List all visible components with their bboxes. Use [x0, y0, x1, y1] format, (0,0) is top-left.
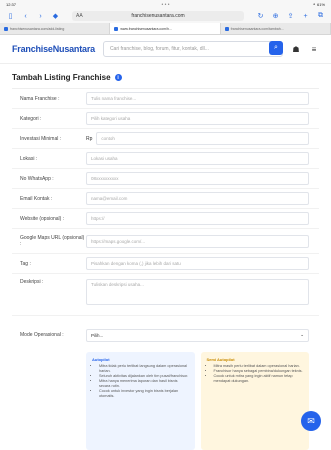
tabs-icon[interactable]: ⧉ [316, 12, 325, 21]
page-title: Tambah Listing Franchise i [0, 64, 331, 88]
favicon-icon [114, 26, 119, 31]
semi-autopilot-list: Mitra masih perlu terlibat dalam operasi… [207, 364, 304, 384]
field-row-email: Email Kontak : nama@email.com [12, 189, 319, 209]
field-label: No WhatsApp : [20, 175, 54, 182]
field-row-mode: Mode Operasional : Pilih... ⌄ [12, 324, 319, 346]
back-icon[interactable]: ‹ [21, 12, 30, 21]
list-item: Mitra tidak perlu terlibat langsung dala… [99, 364, 189, 374]
tab-3[interactable]: franchisenusantara.com/tambah... [221, 23, 331, 34]
favicon-icon [224, 26, 229, 31]
field-row-category: Kategori : Pilih kategori usaha [12, 109, 319, 129]
field-label: Google Maps URL (opsional) : [20, 235, 85, 247]
field-label: Kategori : [20, 115, 42, 122]
chat-button[interactable]: ✉ [301, 411, 321, 431]
category-input[interactable]: Pilih kategori usaha [86, 112, 309, 125]
description-textarea[interactable]: Tuliskan deskripsi usaha... [86, 279, 309, 305]
tag-input[interactable]: Pisahkan dengan koma (,) jika lebih dari… [86, 257, 309, 270]
info-icon[interactable]: i [114, 74, 122, 81]
tab-1[interactable]: franchisenusantara.com/add-listing [0, 23, 111, 34]
mode-info-panels: Autopilot Mitra tidak perlu terlibat lan… [86, 352, 309, 450]
list-item: Cocok untuk mitra yang ingin aktif namun… [214, 374, 304, 384]
site-search-input[interactable]: Cari franchise, blog, forum, fitur, kont… [102, 41, 283, 57]
maps-url-input[interactable]: https://maps.google.com/... [86, 234, 309, 248]
autopilot-title: Autopilot [92, 357, 110, 362]
field-label: Nama Franchise : [20, 95, 60, 102]
share-icon[interactable]: ⇪ [286, 12, 295, 21]
field-label: Deskripsi : [20, 279, 44, 285]
tab-strip: franchisenusantara.com/add-listing www.f… [0, 23, 331, 35]
field-row-description: Deskripsi : Tuliskan deskripsi usaha... [12, 274, 319, 316]
url-text: franchisenusantara.com [131, 13, 185, 19]
currency-prefix: Rp [86, 135, 93, 142]
shield-icon[interactable]: ◆ [51, 12, 60, 21]
menu-icon[interactable]: ≡ [309, 44, 319, 54]
chevron-down-icon: ⌄ [300, 332, 304, 337]
reload-icon[interactable]: ↻ [256, 12, 265, 21]
site-header: FranchiseNusantara Cari franchise, blog,… [0, 35, 331, 64]
search-button[interactable]: ⌕ [269, 41, 283, 55]
forward-icon[interactable]: › [36, 12, 45, 21]
field-row-website: Website (opsional) : https:// [12, 209, 319, 229]
browser-toolbar: ▯ ‹ › ◆ AA franchisenusantara.com ↻ ⊕ ⇪ … [0, 9, 331, 23]
location-input[interactable]: Lokasi usaha [86, 152, 309, 165]
field-row-whatsapp: No WhatsApp : 08xxxxxxxxxx [12, 169, 319, 189]
search-placeholder: Cari franchise, blog, forum, fitur, kont… [109, 46, 209, 52]
field-row-maps: Google Maps URL (opsional) : https://map… [12, 229, 319, 254]
autopilot-panel: Autopilot Mitra tidak perlu terlibat lan… [86, 352, 195, 450]
status-time: 12:37 [6, 2, 17, 7]
field-row-tag: Tag : Pisahkan dengan koma (,) jika lebi… [12, 254, 319, 274]
email-input[interactable]: nama@email.com [86, 192, 309, 205]
field-row-name: Nama Franchise : Tulis nama franchise... [12, 89, 319, 109]
whatsapp-input[interactable]: 08xxxxxxxxxx [86, 172, 309, 185]
field-label: Mode Operasional : [20, 332, 64, 338]
semi-autopilot-panel: Semi Autopilot Mitra masih perlu terliba… [200, 352, 309, 450]
mode-select[interactable]: Pilih... ⌄ [86, 328, 309, 342]
status-battery: ⚬ 61% [312, 2, 325, 7]
status-bar: 12:37 • • • ⚬ 61% [0, 0, 331, 9]
new-tab-icon[interactable]: + [301, 12, 310, 21]
url-bar[interactable]: AA franchisenusantara.com [72, 11, 244, 21]
list-item: Cocok untuk investor yang ingin bisnis b… [99, 389, 189, 399]
field-label: Tag : [20, 260, 31, 267]
chat-icon: ✉ [307, 415, 315, 426]
tab-2[interactable]: www.franchisenusantara.com/h... [110, 23, 221, 34]
sidebar-icon[interactable]: ▯ [6, 12, 15, 21]
field-label: Website (opsional) : [20, 215, 65, 222]
investment-input[interactable]: contoh [96, 132, 309, 145]
reader-button[interactable]: AA [76, 13, 83, 19]
download-icon[interactable]: ⊕ [271, 12, 280, 21]
user-icon[interactable]: ☗ [291, 44, 301, 54]
list-item: Mitra hanya menerima laporan dan hasil b… [99, 379, 189, 389]
field-row-investment: Investasi Minimal : Rp contoh [12, 129, 319, 149]
website-input[interactable]: https:// [86, 212, 309, 225]
field-label: Lokasi : [20, 155, 38, 162]
field-label: Email Kontak : [20, 195, 53, 202]
search-icon: ⌕ [274, 44, 278, 51]
semi-autopilot-title: Semi Autopilot [206, 357, 235, 362]
favicon-icon [4, 26, 8, 31]
autopilot-list: Mitra tidak perlu terlibat langsung dala… [92, 364, 189, 399]
field-label: Investasi Minimal : [20, 135, 62, 142]
listing-form: Nama Franchise : Tulis nama franchise...… [12, 88, 319, 450]
franchise-name-input[interactable]: Tulis nama franchise... [86, 92, 309, 105]
status-dots: • • • [161, 1, 170, 8]
field-row-location: Lokasi : Lokasi usaha [12, 149, 319, 169]
site-logo[interactable]: FranchiseNusantara [12, 44, 95, 54]
